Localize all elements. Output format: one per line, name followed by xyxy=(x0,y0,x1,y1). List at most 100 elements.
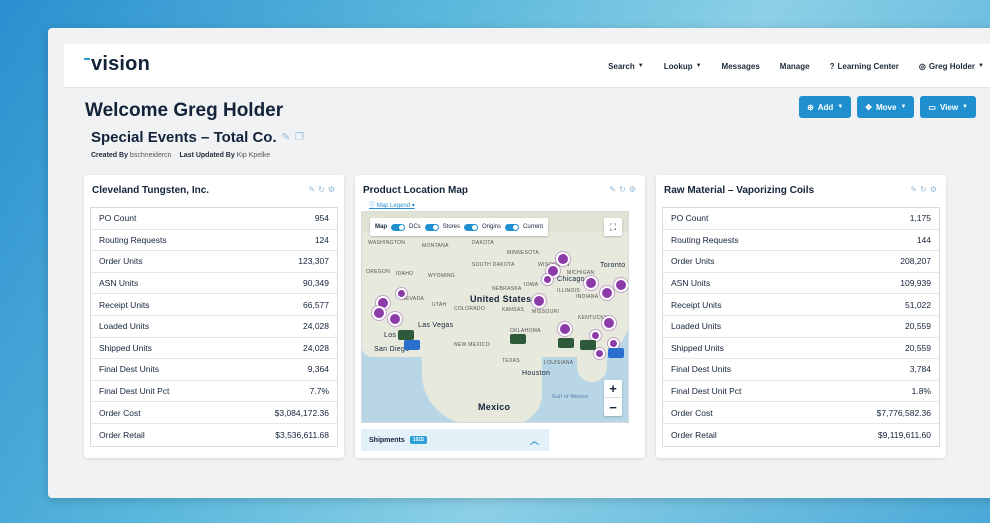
refresh-icon[interactable]: ↻ xyxy=(619,185,629,194)
map-legend-link[interactable]: ⓘ Map Legend ▾ xyxy=(369,200,415,209)
stores-toggle[interactable] xyxy=(424,223,439,231)
nav-messages[interactable]: Messages xyxy=(722,62,760,71)
refresh-icon[interactable]: ↻ xyxy=(318,185,328,194)
table-row: PO Count 1,175 xyxy=(663,208,939,230)
edit-pencil-icon[interactable]: ✎ xyxy=(910,185,920,194)
add-button[interactable]: ⊕ Add ▼ xyxy=(799,96,852,118)
metric-label: Final Dest Unit Pct xyxy=(671,386,742,397)
map-canvas[interactable]: Map DCs Stores Origins Current ⛶ WASHING… xyxy=(361,211,629,423)
map-pin[interactable] xyxy=(558,322,572,336)
table-row: Order Retail $9,119,611.60 xyxy=(663,424,939,446)
truck-icon[interactable] xyxy=(580,340,596,350)
truck-icon[interactable] xyxy=(404,340,420,350)
shipments-count-badge: 1015 xyxy=(409,436,427,444)
metric-label: Order Retail xyxy=(99,429,145,440)
nav-search[interactable]: Search ▼ xyxy=(608,62,644,71)
edit-pencil-icon[interactable]: ✎ xyxy=(282,132,290,143)
metric-value: 208,207 xyxy=(900,256,931,267)
zoom-out-button[interactable]: − xyxy=(604,398,622,416)
card-tools: ✎↻⚙ xyxy=(308,185,338,194)
map-land-mexico xyxy=(422,352,542,422)
metric-label: Shipped Units xyxy=(99,342,152,353)
table-row: Final Dest Units 9,364 xyxy=(91,359,337,381)
metric-value: $9,119,611.60 xyxy=(877,429,931,440)
map-label-houston: Houston xyxy=(522,370,551,377)
map-pin[interactable] xyxy=(532,294,546,308)
map-label-oregon: OREGON xyxy=(366,269,391,275)
nav-user-menu[interactable]: ◎ Greg Holder ▼ xyxy=(919,62,984,71)
table-row: Shipped Units 20,559 xyxy=(663,338,939,360)
map-pin[interactable] xyxy=(602,316,616,330)
edit-pencil-icon[interactable]: ✎ xyxy=(308,185,318,194)
chevron-down-icon: ▼ xyxy=(837,104,844,110)
nav-learning-center[interactable]: ? Learning Center xyxy=(830,62,899,71)
map-toolbar-label: Map xyxy=(375,224,387,230)
zoom-in-button[interactable]: + xyxy=(604,380,622,398)
map-pin[interactable] xyxy=(556,252,570,266)
shipments-panel-toggle[interactable]: Shipments 1015 ︿ xyxy=(361,429,549,451)
map-pin[interactable] xyxy=(396,288,407,299)
copy-icon[interactable]: ❐ xyxy=(295,132,304,143)
map-zoom-controls: + − xyxy=(604,380,622,416)
table-row: Order Retail $3,536,611.68 xyxy=(91,424,337,446)
table-row: Routing Requests 124 xyxy=(91,230,337,252)
map-label-utah: UTAH xyxy=(432,302,447,308)
map-label-louisiana: LOUISIANA xyxy=(544,360,574,366)
gear-icon[interactable]: ⚙ xyxy=(930,185,940,194)
metrics-table: PO Count 1,175 Routing Requests 144 Order Un… xyxy=(662,207,940,447)
refresh-icon[interactable]: ↻ xyxy=(920,185,930,194)
metric-label: PO Count xyxy=(671,213,709,224)
truck-icon[interactable] xyxy=(398,330,414,340)
gear-icon[interactable]: ⚙ xyxy=(629,185,639,194)
table-row: Final Dest Units 3,784 xyxy=(663,359,939,381)
monitor-icon: ▭ xyxy=(928,102,936,112)
move-arrows-icon: ✥ xyxy=(865,102,872,112)
map-label-montana: MONTANA xyxy=(422,243,449,249)
welcome-heading: Welcome Greg Holder xyxy=(85,100,284,121)
gear-icon[interactable]: ⚙ xyxy=(328,185,338,194)
vision-logo[interactable]: vision xyxy=(84,53,150,76)
nav-lookup[interactable]: Lookup ▼ xyxy=(664,62,702,71)
truck-icon[interactable] xyxy=(558,338,574,348)
map-pin[interactable] xyxy=(594,348,605,359)
table-row: ASN Units 109,939 xyxy=(663,273,939,295)
map-pin[interactable] xyxy=(614,278,628,292)
map-pin[interactable] xyxy=(388,312,402,326)
map-label-toronto: Toronto xyxy=(600,262,626,269)
metric-value: 66,577 xyxy=(303,299,329,310)
move-button[interactable]: ✥ Move ▼ xyxy=(857,96,915,118)
current-toggle[interactable] xyxy=(505,223,520,231)
fullscreen-button[interactable]: ⛶ xyxy=(604,218,622,236)
map-label-wyoming: WYOMING xyxy=(428,273,456,279)
metric-value: $7,776,582.36 xyxy=(876,407,931,418)
table-row: Order Units 123,307 xyxy=(91,251,337,273)
map-layer-toolbar: Map DCs Stores Origins Current xyxy=(370,218,549,236)
map-label-texas: TEXAS xyxy=(502,358,520,364)
origins-toggle[interactable] xyxy=(464,223,479,231)
metric-value: 123,307 xyxy=(298,256,329,267)
chevron-down-icon: ▼ xyxy=(978,63,984,69)
map-label-minnesota: MINNESOTA xyxy=(507,250,540,256)
main-nav: Search ▼ Lookup ▼ Messages Manage ? Learnin… xyxy=(608,44,984,88)
metric-label: Shipped Units xyxy=(671,342,724,353)
add-label: Add xyxy=(817,102,834,112)
map-pin[interactable] xyxy=(372,306,386,320)
map-pin[interactable] xyxy=(584,276,598,290)
edit-pencil-icon[interactable]: ✎ xyxy=(609,185,619,194)
view-button[interactable]: ▭ View ▼ xyxy=(920,96,976,118)
table-row: Order Cost $7,776,582.36 xyxy=(663,402,939,424)
dcs-label: DCs xyxy=(409,224,421,230)
truck-icon[interactable] xyxy=(608,348,624,358)
nav-user-label: Greg Holder xyxy=(928,61,976,71)
table-row: Receipt Units 51,022 xyxy=(663,294,939,316)
map-label-iowa: IOWA xyxy=(524,282,539,288)
nav-manage-label: Manage xyxy=(779,61,810,71)
chevron-down-icon: ▼ xyxy=(695,63,702,69)
dcs-toggle[interactable] xyxy=(391,223,405,231)
metric-label: Loaded Units xyxy=(671,321,722,332)
truck-icon[interactable] xyxy=(510,334,526,344)
map-pin[interactable] xyxy=(600,286,614,300)
map-pin[interactable] xyxy=(542,274,553,285)
metric-label: Final Dest Units xyxy=(99,364,159,375)
nav-manage[interactable]: Manage xyxy=(780,62,810,71)
